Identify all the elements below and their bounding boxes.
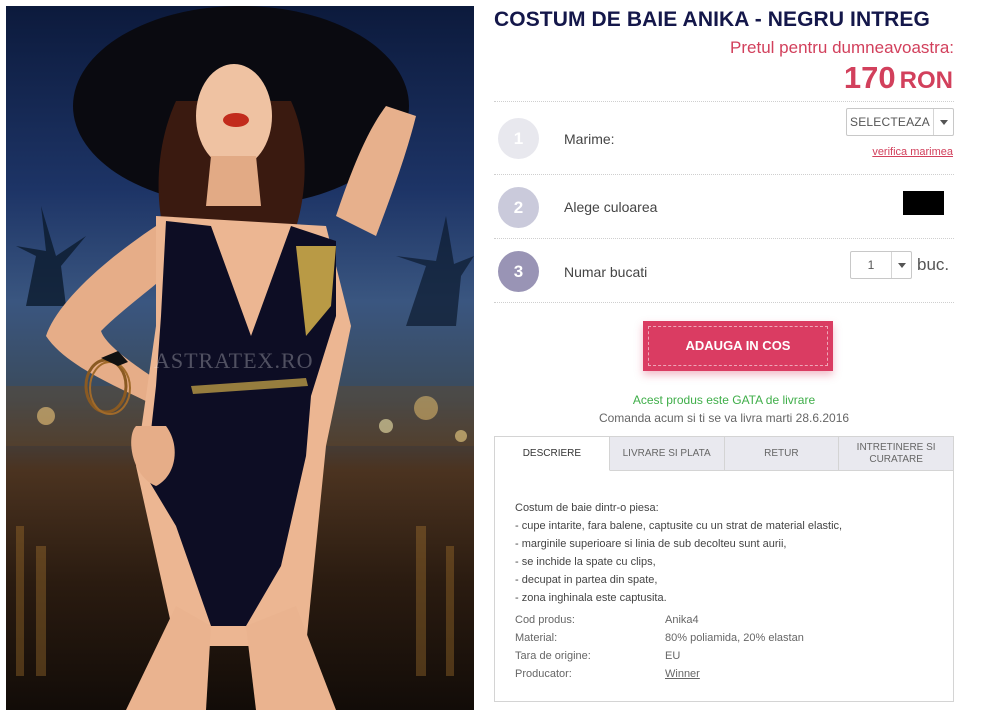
price: 170 RON [844,60,953,96]
step-3-label: Numar bucati [564,264,648,280]
product-info-tabs: DESCRIERE LIVRARE SI PLATA RETUR INTRETI… [494,436,954,702]
quantity-value: 1 [867,258,875,272]
description: Costum de baie dintr-o piesa: - cupe int… [515,499,842,607]
price-amount: 170 [843,60,896,95]
divider [494,302,954,303]
check-size-link[interactable]: verifica marimea [872,146,953,158]
description-line: - zona inghinala este captusita. [515,592,667,604]
tab-description[interactable]: DESCRIERE [495,437,610,471]
spec-key: Cod produs: [515,614,575,626]
product-photo: ASTRATEX.RO [6,6,474,710]
manufacturer-link[interactable]: Winner [665,665,700,683]
spec-value: Anika4 [665,614,699,626]
price-currency: RON [899,67,953,94]
step-2-label: Alege culoarea [564,199,658,215]
spec-row: Cod produs: Anika4 [515,611,804,629]
tab-returns[interactable]: RETUR [724,437,840,471]
description-line: - cupe intarite, fara balene, captusite … [515,520,843,532]
description-line: - marginile superioare si linia de sub d… [515,538,787,550]
product-specs: Cod produs: Anika4 Material: 80% poliami… [515,611,804,683]
chevron-down-icon[interactable] [933,109,953,135]
step-3-badge: 3 [498,251,539,292]
chevron-down-icon[interactable] [891,252,911,278]
step-1-label: Marime: [564,131,615,147]
spec-key: Material: [515,632,558,644]
price-label: Pretul pentru dumneavoastra: [730,38,954,57]
step-2-badge: 2 [498,187,539,228]
size-select[interactable]: SELECTEAZA [846,108,954,136]
spec-row: Producator: Winner [515,665,804,683]
quantity-select[interactable]: 1 [850,251,912,279]
step-1-badge: 1 [498,118,539,159]
quantity-unit: buc. [917,255,950,274]
spec-value: EU [665,650,681,662]
color-swatch-black[interactable] [903,191,944,215]
tab-bar: DESCRIERE LIVRARE SI PLATA RETUR INTRETI… [495,437,953,471]
tab-care[interactable]: INTRETINERE SI CURATARE [839,437,953,471]
divider [494,238,954,239]
spec-row: Material: 80% poliamida, 20% elastan [515,629,804,647]
stock-status: Acest produs este GATA de livrare [632,393,816,407]
size-select-value: SELECTEAZA [849,115,931,129]
add-to-cart-button[interactable]: ADAUGA IN COS [643,321,833,371]
description-line: - se inchide la spate cu clips, [515,556,656,568]
tab-delivery-payment[interactable]: LIVRARE SI PLATA [609,437,725,471]
divider [494,174,954,175]
spec-key: Tara de origine: [515,650,591,662]
divider [494,101,954,102]
spec-key: Producator: [515,668,572,680]
watermark: ASTRATEX.RO [154,348,314,373]
product-title: COSTUM DE BAIE ANIKA - NEGRU INTREG [494,8,930,31]
spec-value: 80% poliamida, 20% elastan [665,632,804,644]
description-line: - decupat in partea din spate, [515,574,658,586]
spec-row: Tara de origine: EU [515,647,804,665]
delivery-estimate: Comanda acum si ti se va livra marti 28.… [598,411,850,425]
description-line: Costum de baie dintr-o piesa: [515,502,659,514]
